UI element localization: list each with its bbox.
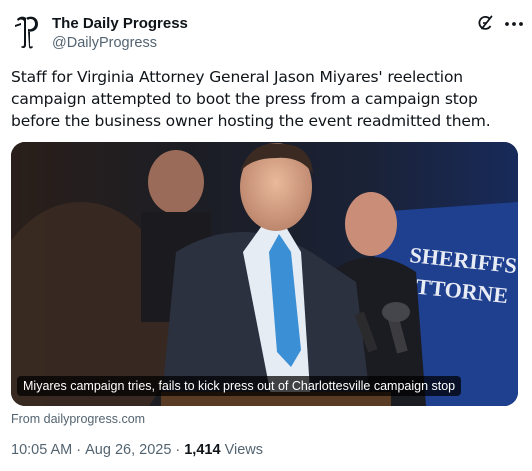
views-count: 1,414 xyxy=(184,442,221,458)
more-options-icon[interactable] xyxy=(503,14,525,34)
account-handle[interactable]: @DailyProgress xyxy=(52,35,157,51)
daily-progress-logo-icon xyxy=(15,16,38,49)
grok-icon[interactable] xyxy=(475,14,495,34)
meta-separator: · xyxy=(76,442,82,458)
views-label: Views xyxy=(224,442,263,458)
tweet-date[interactable]: Aug 26, 2025 xyxy=(85,442,171,458)
tweet: The Daily Progress @DailyProgress Staff … xyxy=(0,0,532,471)
card-source[interactable]: From dailyprogress.com xyxy=(11,412,145,426)
meta-separator: · xyxy=(175,442,181,458)
news-photo: SHERIFFS ATTORNE xyxy=(11,142,518,406)
tweet-time[interactable]: 10:05 AM xyxy=(11,442,72,458)
display-name[interactable]: The Daily Progress xyxy=(52,15,188,32)
link-card[interactable]: SHERIFFS ATTORNE Miyares campaign tries,… xyxy=(11,142,518,406)
card-headline: Miyares campaign tries, fails to kick pr… xyxy=(17,376,462,396)
avatar[interactable] xyxy=(11,13,44,51)
tweet-meta: 10:05 AM · Aug 26, 2025 · 1,414 Views xyxy=(11,442,263,458)
tweet-text: Staff for Virginia Attorney General Jaso… xyxy=(11,68,491,130)
